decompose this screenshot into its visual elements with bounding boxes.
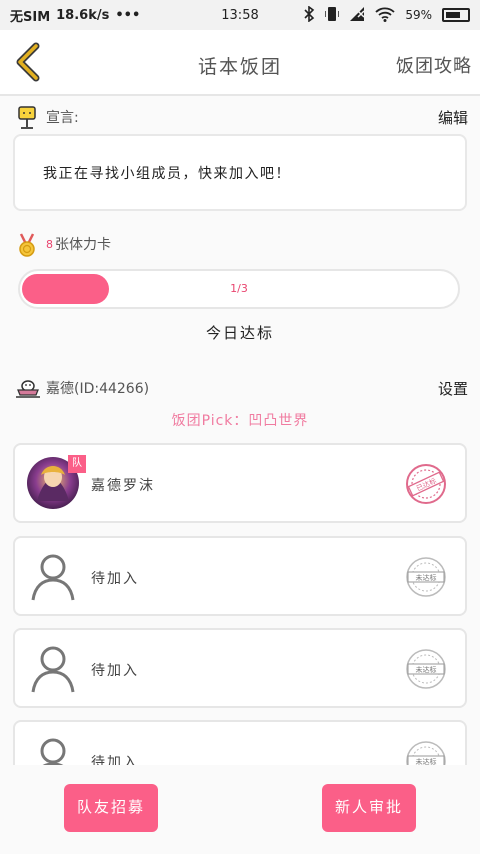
not-achieved-stamp-icon: 未达标 <box>405 740 447 765</box>
person-placeholder-icon <box>27 734 79 765</box>
announcement-header: 宣言: 编辑 <box>16 104 468 130</box>
status-bar: 无SIM 18.6k/s ••• 13:58 59% <box>0 0 480 30</box>
announcement-box: 我正在寻找小组成员，快来加入吧！ <box>13 134 467 211</box>
member-card-leader[interactable]: 队 嘉德罗沫 已达标 <box>13 443 467 523</box>
member-status: 未达标 <box>416 573 437 582</box>
approve-button[interactable]: 新人审批 <box>322 784 416 832</box>
clock: 13:58 <box>221 7 259 23</box>
member-card-empty[interactable]: 待加入 未达标 <box>13 720 467 765</box>
stamina-label: 张体力卡 <box>55 237 111 253</box>
member-name: 待加入 <box>91 663 139 679</box>
group-pick: 饭团Pick：凹凸世界 <box>171 413 309 429</box>
group-owner: 嘉德(ID:44266) <box>46 381 150 397</box>
daily-progress-bar: 1/3 <box>18 269 460 309</box>
not-achieved-stamp-icon: 未达标 <box>405 648 447 690</box>
rice-bowl-icon <box>16 377 40 399</box>
member-status: 未达标 <box>416 665 437 674</box>
stamina-header: 8 张体力卡 <box>16 231 468 257</box>
recruit-button[interactable]: 队友招募 <box>64 784 158 832</box>
not-achieved-stamp-icon: 未达标 <box>405 556 447 598</box>
title-bar: 话本饭团 饭团攻略 <box>0 30 480 96</box>
group-header: 嘉德(ID:44266) 设置 <box>16 375 468 401</box>
member-card-empty[interactable]: 待加入 未达标 <box>13 536 467 616</box>
daily-goal-caption: 今日达标 <box>205 324 274 342</box>
guide-link[interactable]: 饭团攻略 <box>396 52 472 78</box>
person-placeholder-icon <box>27 550 79 602</box>
settings-button[interactable]: 设置 <box>438 378 468 399</box>
bottom-actions: 队友招募 新人审批 <box>0 765 480 854</box>
member-status: 未达标 <box>416 757 437 765</box>
member-name: 待加入 <box>91 755 139 765</box>
announcement-text: 我正在寻找小组成员，快来加入吧！ <box>43 166 291 182</box>
battery-icon <box>442 8 470 22</box>
medal-icon <box>16 233 38 257</box>
stamina-count: 8 <box>46 237 53 251</box>
announcement-label: 宣言: <box>46 110 79 126</box>
member-card-empty[interactable]: 待加入 未达标 <box>13 628 467 708</box>
person-placeholder-icon <box>27 642 79 694</box>
progress-count: 1/3 <box>230 282 248 295</box>
signpost-icon <box>16 106 38 129</box>
member-name: 待加入 <box>91 571 139 587</box>
captain-badge: 队 <box>68 455 86 473</box>
edit-button[interactable]: 编辑 <box>438 107 468 128</box>
achieved-stamp-icon: 已达标 <box>405 463 447 505</box>
member-name: 嘉德罗沫 <box>91 478 155 494</box>
member-list: 队 嘉德罗沫 已达标 待加入 未达标 待加入 未达标 待加入 未达标 <box>13 443 467 765</box>
